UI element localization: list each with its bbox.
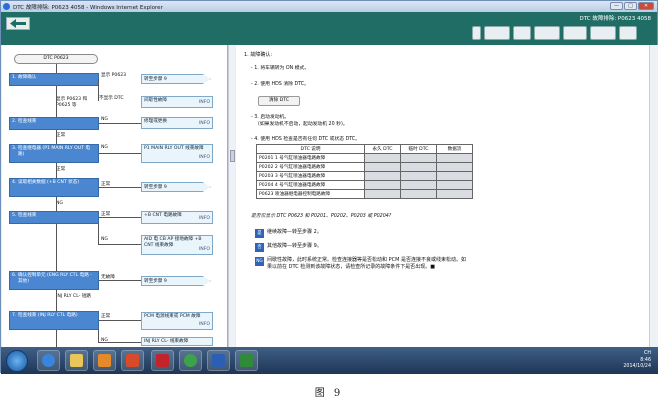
label-ng-4: NG [56,201,63,206]
label-ng-2: NG [101,117,108,122]
result-main-rly[interactable]: P1 MAIN RLY OUT 线束故障 INFO [141,144,213,163]
lang-indicator[interactable]: CH [644,351,651,356]
clear-dtc-button[interactable]: 清除 DTC [258,96,300,106]
word-task-icon[interactable] [207,350,230,371]
label-ok-7: 正常 [101,314,111,319]
result-repair[interactable]: 修理或更换 INFO [141,117,213,129]
table-row: P0204 4 号气缸喷油器电路故障 [256,180,473,190]
step-1[interactable]: 1. 故障确认 [9,73,99,86]
label-ok-2: 正常 [56,133,66,138]
start-button-icon[interactable] [6,350,28,372]
minimize-button[interactable]: — [610,2,623,10]
close-button[interactable]: ✕ [638,2,654,10]
step-4[interactable]: 4. 读取相关数据 (+B CNT 状态) [9,178,99,197]
media-task-icon[interactable] [93,350,116,371]
option-no[interactable]: 否其他故障—转至步骤 9。 [255,243,322,252]
flow-start: DTC P0623 [14,54,98,64]
chrome-task-icon[interactable] [179,350,202,371]
col-dtc-desc: DTC 说明 [256,144,365,154]
browser-window: DTC 故障排除: P0623 4058 - Windows Internet … [0,0,658,374]
label-show-p0623: 显示 P0623 [101,73,127,78]
folder-task-icon[interactable] [65,350,88,371]
step-2[interactable]: 2. 检查线束 [9,117,99,130]
result-aid[interactable]: AID 电 CB AP 接地故障 +B CNT 线束故障 INFO [141,235,213,255]
clock-time: 8:46 [640,357,651,363]
connector-tool-icon[interactable] [534,26,560,40]
result-pcm[interactable]: PCM 电源线束或 PCM 故障 INFO [141,312,213,330]
system-tray: CH 8:46 2014/10/24 [623,351,651,371]
clock-date: 2014/10/24 [623,364,651,370]
ie-task-icon[interactable] [37,350,60,371]
content-step2: - 2. 使用 HDS 清除 DTC。 [251,82,309,87]
content-step3: - 3. 启动发动机。 [251,115,290,120]
ie-icon [3,3,10,10]
step-3[interactable]: 3. 检查继电器 (P1 MAIN RLY OUT 电路) [9,144,99,163]
goto-step-9-a[interactable]: 转至步骤 9 [141,74,211,84]
step-7[interactable]: 7. 检查线束 (INJ RLY CTL 电路) [9,311,99,330]
minus-tool-icon[interactable] [472,26,481,40]
col-permanent: 永久 DTC [364,144,401,154]
maximize-button[interactable]: □ [624,2,637,10]
result-inj-rly[interactable]: INJ RLY CL- 线束故障 [141,337,213,346]
table-row: P0623 喷油器继电器控制电路故障 [256,189,473,199]
label-ng-5: NG [101,237,108,242]
content-step3-note: (如果发动机不启动，起动发动机 20 秒)。 [258,122,348,127]
goto-step-9-b[interactable]: 转至步骤 9 [141,182,211,192]
camera-tool-icon[interactable] [619,26,637,40]
label-show-other: 显示 P0623 和 P0625 等 [56,97,88,108]
yes-badge[interactable]: 是 [255,229,264,238]
ng-badge[interactable]: NG [255,257,264,266]
content-scrollbar[interactable] [649,45,658,347]
goto-step-9-c[interactable]: 转至步骤 9 [141,276,211,286]
dtc-table: DTC 说明 永久 DTC 临时 DTC 数据流 P0201 1 号气缸喷油器电… [256,144,473,199]
result-bcnt[interactable]: +B CNT 电路故障 INFO [141,211,213,224]
window-title: DTC 故障排除: P0623 4058 - Windows Internet … [13,4,163,11]
wire-tool-icon[interactable] [590,26,616,40]
no-badge[interactable]: 否 [255,243,264,252]
col-temporary: 临时 DTC [400,144,437,154]
back-button[interactable] [6,17,30,30]
powerpoint-task-icon[interactable] [121,350,144,371]
result-intermittent[interactable]: 间歇性故障 INFO [141,96,213,108]
title-bar: DTC 故障排除: P0623 4058 - Windows Internet … [1,1,657,12]
refresh-tool-icon[interactable] [484,26,510,40]
label-ok-3: 正常 [56,167,66,172]
toolbar [472,26,637,40]
arrow-left-icon [10,19,26,28]
table-row: P0203 3 号气缸喷油器电路故障 [256,171,473,181]
label-not-show: 不显示 DTC [99,96,124,101]
content-question: 是否仅显示 DTC P0623 和 P0201、P0202、P0203 或 P0… [251,214,392,219]
pdf-task-icon[interactable] [151,350,174,371]
content-step1: - 1. 将车辆转为 ON 模式。 [251,66,310,71]
dtc-title: DTC 故障排除: P0623 4058 [579,16,651,22]
flowchart-scrollbar[interactable] [228,45,235,347]
content-heading: 1. 故障确认: [244,52,273,58]
col-data: 数据流 [436,144,473,154]
content-step4: - 4. 使用 HDS 检查是否有任何 DTC 或状态 DTC。 [251,137,361,142]
label-ng-3: NG [101,145,108,150]
scroll-thumb[interactable] [230,150,235,162]
figure-caption: 图 9 [314,388,344,399]
excel-task-icon[interactable] [235,350,258,371]
option-yes[interactable]: 是继续故障—转至步骤 2。 [255,229,322,238]
table-row: P0201 1 号气缸喷油器电路故障 [256,153,473,163]
table-row: P0202 2 号气缸喷油器电路故障 [256,162,473,172]
step-5[interactable]: 5. 检查线束 [9,211,99,224]
label-inj-rly-ctl: INJ RLY CL- 短路 [56,294,92,299]
option-ng[interactable]: NG 间歇性故障，此时系统正常。检查连接器等是否松动和 PCM 是否连接不良或线束… [255,257,470,270]
step-6[interactable]: 6. 确认控制单元 (ENG RLY CTL 电路 - 其他) [9,271,99,290]
meter-tool-icon[interactable] [563,26,587,40]
tools-icon[interactable] [513,26,531,40]
